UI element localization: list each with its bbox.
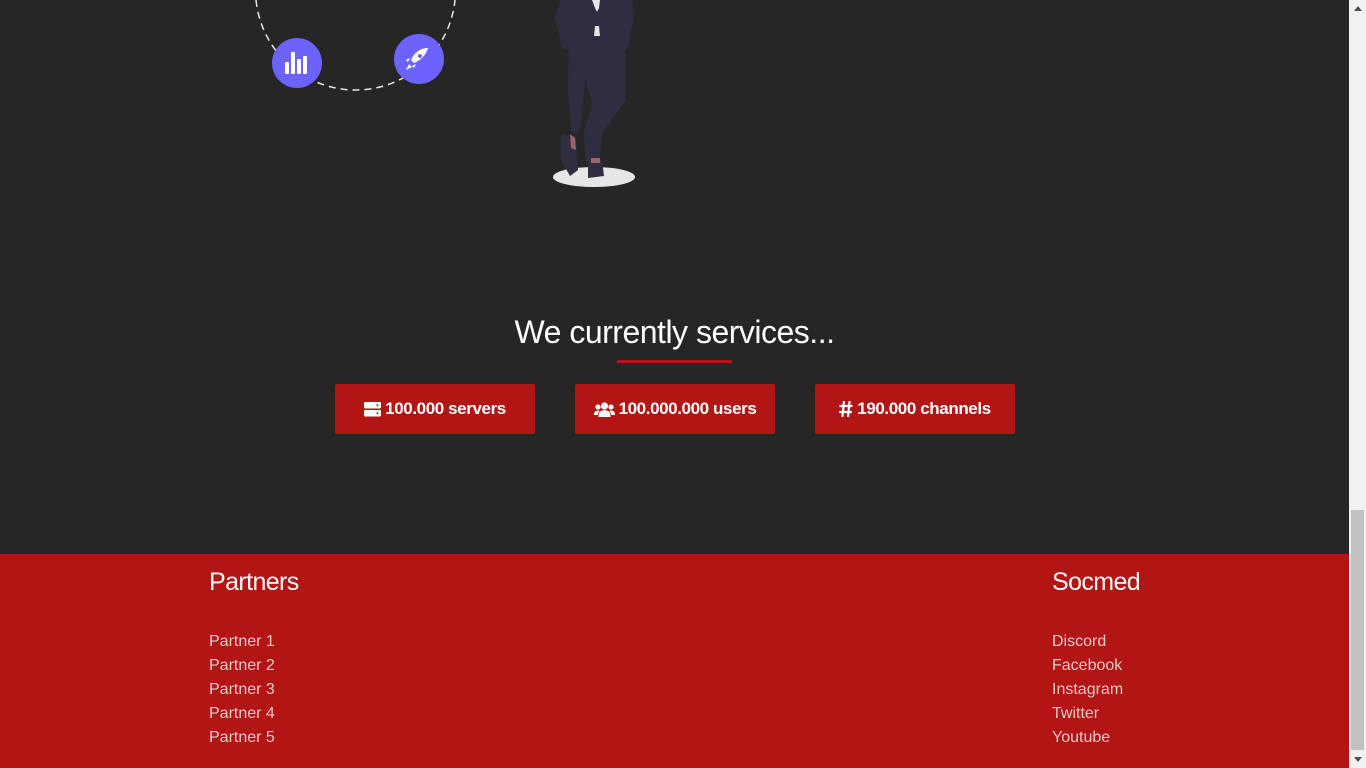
stats-row: 100.000 servers 100.000.000 users 190.00… [335, 384, 1015, 434]
servers-stat-button[interactable]: 100.000 servers [335, 384, 535, 434]
partner-link[interactable]: Partner 3 [209, 678, 275, 702]
channels-stat-button[interactable]: 190.000 channels [815, 384, 1015, 434]
server-icon [364, 401, 382, 417]
scrollbar-thumb[interactable] [1351, 510, 1364, 750]
services-title: We currently services... [514, 314, 835, 350]
socmed-heading: Socmed [1052, 568, 1141, 596]
partners-list: Partner 1 Partner 2 Partner 3 Partner 4 … [209, 630, 275, 750]
users-icon [593, 401, 615, 417]
partner-link[interactable]: Partner 2 [209, 654, 275, 678]
hero-illustration [255, 0, 635, 187]
partner-link[interactable]: Partner 5 [209, 726, 275, 750]
channels-stat-label: 190.000 channels [857, 399, 991, 418]
servers-stat-label: 100.000 servers [385, 399, 506, 418]
title-underline [617, 360, 732, 363]
socmed-link-twitter[interactable]: Twitter [1052, 702, 1123, 726]
footer: Partners Partner 1 Partner 2 Partner 3 P… [0, 554, 1349, 768]
scroll-down-arrow-icon[interactable] [1349, 751, 1366, 768]
socmed-link-instagram[interactable]: Instagram [1052, 678, 1123, 702]
hashtag-icon [839, 401, 853, 417]
vertical-scrollbar[interactable] [1349, 0, 1366, 768]
users-stat-label: 100.000.000 users [618, 399, 757, 418]
scroll-up-arrow-icon[interactable] [1349, 0, 1366, 17]
partners-heading: Partners [209, 568, 299, 596]
partner-link[interactable]: Partner 1 [209, 630, 275, 654]
socmed-link-youtube[interactable]: Youtube [1052, 726, 1123, 750]
services-section: We currently services... 100.000 servers [0, 0, 1349, 554]
partner-link[interactable]: Partner 4 [209, 702, 275, 726]
socmed-link-discord[interactable]: Discord [1052, 630, 1123, 654]
bar-chart-icon [272, 38, 322, 88]
socmed-list: Discord Facebook Instagram Twitter Youtu… [1052, 630, 1123, 750]
socmed-link-facebook[interactable]: Facebook [1052, 654, 1123, 678]
page: We currently services... 100.000 servers [0, 0, 1349, 768]
users-stat-button[interactable]: 100.000.000 users [575, 384, 775, 434]
person-figure [553, 0, 635, 187]
rocket-icon [394, 34, 444, 84]
